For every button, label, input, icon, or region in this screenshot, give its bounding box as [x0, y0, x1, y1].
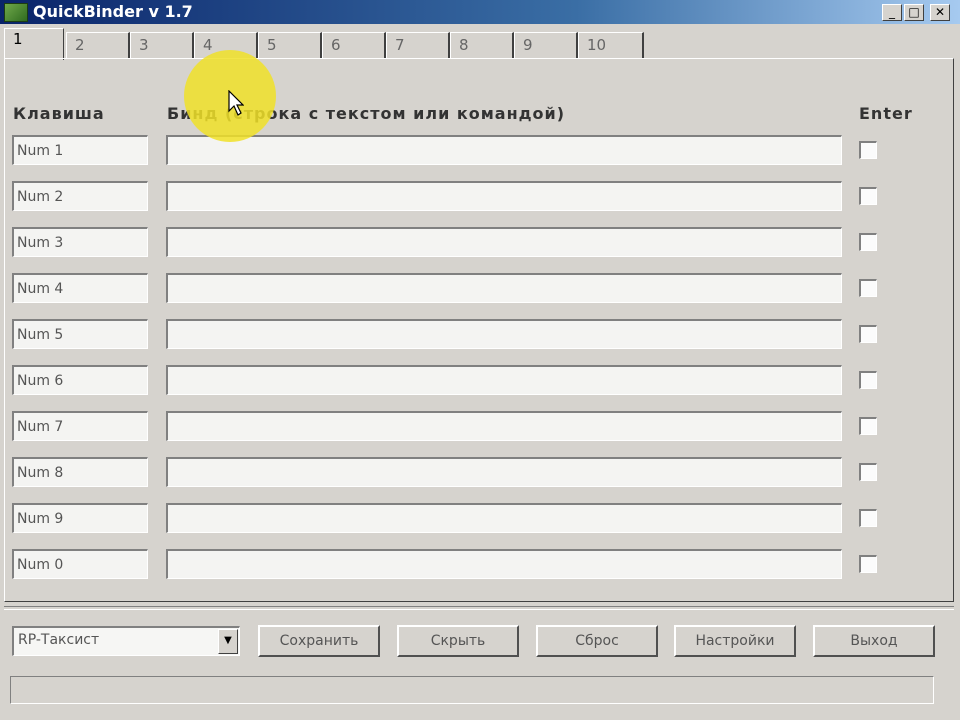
enter-column-header: Enter	[859, 104, 913, 123]
tab-5[interactable]: 5	[258, 32, 322, 58]
tab-6[interactable]: 6	[322, 32, 386, 58]
settings-button[interactable]: Настройки	[674, 625, 796, 657]
reset-button[interactable]: Сброс	[536, 625, 658, 657]
bind-field[interactable]	[166, 411, 842, 441]
window-title: QuickBinder v 1.7	[33, 2, 193, 21]
enter-checkbox[interactable]	[859, 325, 877, 343]
profile-select-value: RP-Таксист	[18, 632, 100, 648]
tab-9[interactable]: 9	[514, 32, 578, 58]
enter-checkbox[interactable]	[859, 417, 877, 435]
tab-10[interactable]: 10	[578, 32, 644, 58]
enter-checkbox[interactable]	[859, 141, 877, 159]
key-column-header: Клавиша	[13, 104, 105, 123]
bind-field[interactable]	[166, 319, 842, 349]
chevron-down-icon[interactable]: ▼	[218, 629, 238, 654]
key-field[interactable]	[12, 549, 148, 579]
tab-1[interactable]: 1	[4, 28, 64, 60]
enter-checkbox[interactable]	[859, 233, 877, 251]
key-field[interactable]	[12, 411, 148, 441]
tab-7[interactable]: 7	[386, 32, 450, 58]
bind-field[interactable]	[166, 227, 842, 257]
profile-select[interactable]: RP-Таксист ▼	[12, 626, 240, 656]
title-bar[interactable]: QuickBinder v 1.7 _ □ ✕	[0, 0, 960, 24]
enter-checkbox[interactable]	[859, 463, 877, 481]
bind-field[interactable]	[166, 503, 842, 533]
status-bar	[10, 676, 934, 704]
close-button[interactable]: ✕	[930, 4, 950, 21]
key-field[interactable]	[12, 181, 148, 211]
bind-field[interactable]	[166, 457, 842, 487]
minimize-button[interactable]: _	[882, 4, 902, 21]
bind-field[interactable]	[166, 273, 842, 303]
bind-field[interactable]	[166, 135, 842, 165]
enter-checkbox[interactable]	[859, 555, 877, 573]
bind-field[interactable]	[166, 549, 842, 579]
key-field[interactable]	[12, 319, 148, 349]
save-button[interactable]: Сохранить	[258, 625, 380, 657]
tab-strip: 1 2 3 4 5 6 7 8 9 10	[4, 26, 956, 60]
key-field[interactable]	[12, 135, 148, 165]
enter-checkbox[interactable]	[859, 509, 877, 527]
tab-2[interactable]: 2	[66, 32, 130, 58]
key-field[interactable]	[12, 365, 148, 395]
exit-button[interactable]: Выход	[813, 625, 935, 657]
mouse-pointer-icon	[228, 90, 244, 116]
bind-field[interactable]	[166, 365, 842, 395]
enter-checkbox[interactable]	[859, 371, 877, 389]
tab-3[interactable]: 3	[130, 32, 194, 58]
key-field[interactable]	[12, 457, 148, 487]
app-icon	[4, 3, 28, 22]
tab-8[interactable]: 8	[450, 32, 514, 58]
bind-field[interactable]	[166, 181, 842, 211]
maximize-button[interactable]: □	[904, 4, 924, 21]
key-field[interactable]	[12, 503, 148, 533]
hide-button[interactable]: Скрыть	[397, 625, 519, 657]
key-field[interactable]	[12, 273, 148, 303]
bottom-separator	[4, 606, 954, 610]
quickbinder-window: QuickBinder v 1.7 _ □ ✕ 1 2 3 4 5 6 7 8 …	[0, 0, 960, 720]
key-field[interactable]	[12, 227, 148, 257]
enter-checkbox[interactable]	[859, 279, 877, 297]
enter-checkbox[interactable]	[859, 187, 877, 205]
